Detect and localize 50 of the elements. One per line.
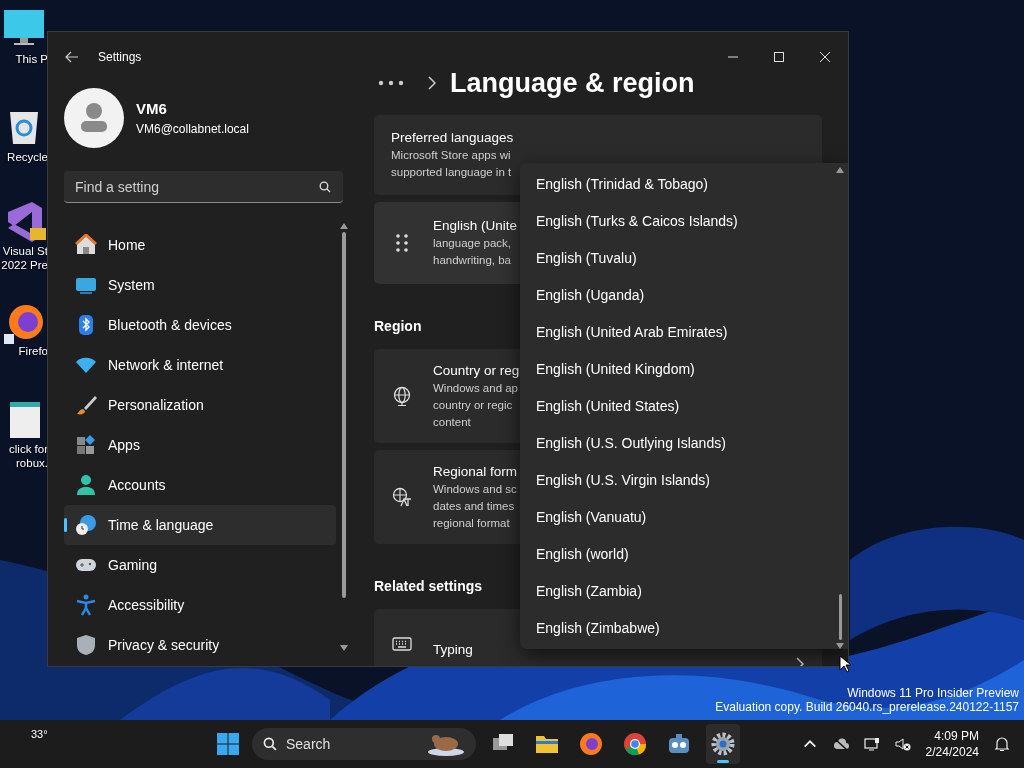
nav-item[interactable]: Accounts — [64, 465, 336, 505]
taskbar-search-field[interactable]: Search — [252, 728, 476, 760]
card-description: Windows and ap country or regic content — [433, 380, 520, 430]
window-title: Settings — [98, 50, 142, 64]
clock-date[interactable]: 2/24/2024 — [925, 744, 979, 760]
nav-item[interactable]: Personalization — [64, 385, 336, 425]
nav-item[interactable]: Apps — [64, 425, 336, 465]
os-notice-text: Evaluation copy. Build 26040.rs_prerelease.240122-1157 — [715, 700, 1019, 714]
dropdown-option[interactable]: English (United States) — [520, 388, 836, 425]
section-heading: Region — [374, 318, 422, 334]
dropdown-option[interactable]: English (Trinidad & Tobago) — [520, 166, 836, 203]
desktop-icon-label[interactable]: This P — [15, 52, 48, 66]
card-title: Regional form — [433, 463, 518, 479]
desktop-icon-label[interactable]: Firefo — [18, 344, 48, 358]
dropdown-option[interactable]: English (Zimbabwe) — [520, 610, 836, 647]
nav-item[interactable]: Bluetooth & devices — [64, 305, 336, 345]
clock-time[interactable]: 4:09 PM — [934, 728, 979, 744]
card-title: Preferred languages — [391, 130, 514, 145]
dropdown-option[interactable]: English (Vanuatu) — [520, 499, 836, 536]
settings-search-field[interactable]: Find a setting — [64, 171, 343, 203]
account-email: VM6@collabnet.local — [136, 122, 249, 136]
desktop-icon-label[interactable]: click for robux. — [9, 442, 48, 470]
dropdown-option[interactable]: English (Tuvalu) — [520, 240, 836, 277]
language-description: language pack, handwriting, ba — [433, 236, 512, 268]
dropdown-option[interactable]: English (Zambia) — [520, 573, 836, 610]
dropdown-option[interactable]: English (world) — [520, 536, 836, 573]
language-name: English (Unite — [433, 218, 518, 233]
page-title: Language & region — [450, 67, 695, 99]
nav-item[interactable]: Accessibility — [64, 585, 336, 625]
nav-item[interactable]: Time & language — [64, 505, 336, 545]
dropdown-option[interactable]: English (United Kingdom) — [520, 351, 836, 388]
weather-temperature[interactable]: 33° — [31, 728, 48, 740]
dropdown-option[interactable]: English (Uganda) — [520, 277, 836, 314]
card-description: Windows and sc dates and times regional format — [433, 481, 518, 531]
dropdown-option[interactable]: English (Turks & Caicos Islands) — [520, 203, 836, 240]
nav-item[interactable]: Home — [64, 225, 336, 265]
nav-item[interactable]: Gaming — [64, 545, 336, 585]
account-name: VM6 — [136, 100, 168, 117]
dropdown-option[interactable]: English (United Arab Emirates) — [520, 314, 836, 351]
card-description: Microsoft Store apps wi supported language in t — [391, 148, 513, 180]
card-title: Country or reg — [433, 362, 520, 378]
nav-item[interactable]: System — [64, 265, 336, 305]
nav-item[interactable]: Privacy & security — [64, 625, 336, 665]
dropdown-option[interactable]: English (U.S. Virgin Islands) — [520, 462, 836, 499]
desktop-icon-label[interactable]: Recycle — [7, 150, 48, 164]
dropdown-option[interactable]: English (U.S. Outlying Islands) — [520, 425, 836, 462]
card-title: Typing — [433, 642, 473, 657]
os-notice-text: Windows 11 Pro Insider Preview — [847, 686, 1019, 700]
section-heading: Related settings — [374, 578, 483, 594]
nav-item[interactable]: Network & internet — [64, 345, 336, 385]
